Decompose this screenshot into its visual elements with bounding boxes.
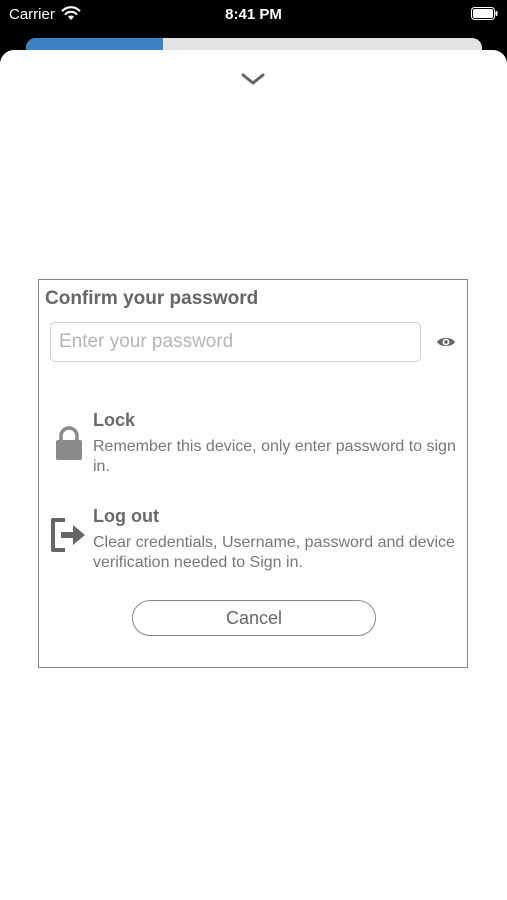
logout-option-title: Log out: [93, 506, 159, 526]
lock-option[interactable]: Lock Remember this device, only enter pa…: [45, 406, 463, 478]
dialog-title: Confirm your password: [45, 288, 259, 309]
status-bar: Carrier 8:41 PM: [0, 0, 507, 30]
lock-icon: [56, 426, 82, 460]
lock-option-description: Remember this device, only enter passwor…: [93, 438, 456, 475]
cancel-button[interactable]: Cancel: [132, 600, 376, 636]
clock: 8:41 PM: [225, 6, 282, 23]
battery-icon: [471, 7, 498, 20]
eye-icon[interactable]: [436, 335, 456, 349]
logout-option-description: Clear credentials, Username, password an…: [93, 534, 455, 571]
logout-icon: [51, 518, 85, 552]
confirm-password-dialog: Confirm your password Lock Remember this…: [38, 279, 468, 668]
password-input[interactable]: [50, 322, 421, 362]
logout-option[interactable]: Log out Clear credentials, Username, pas…: [45, 502, 463, 574]
lock-option-title: Lock: [93, 410, 136, 430]
bottom-sheet: Confirm your password Lock Remember this…: [0, 50, 507, 900]
chevron-down-icon[interactable]: [239, 70, 267, 88]
